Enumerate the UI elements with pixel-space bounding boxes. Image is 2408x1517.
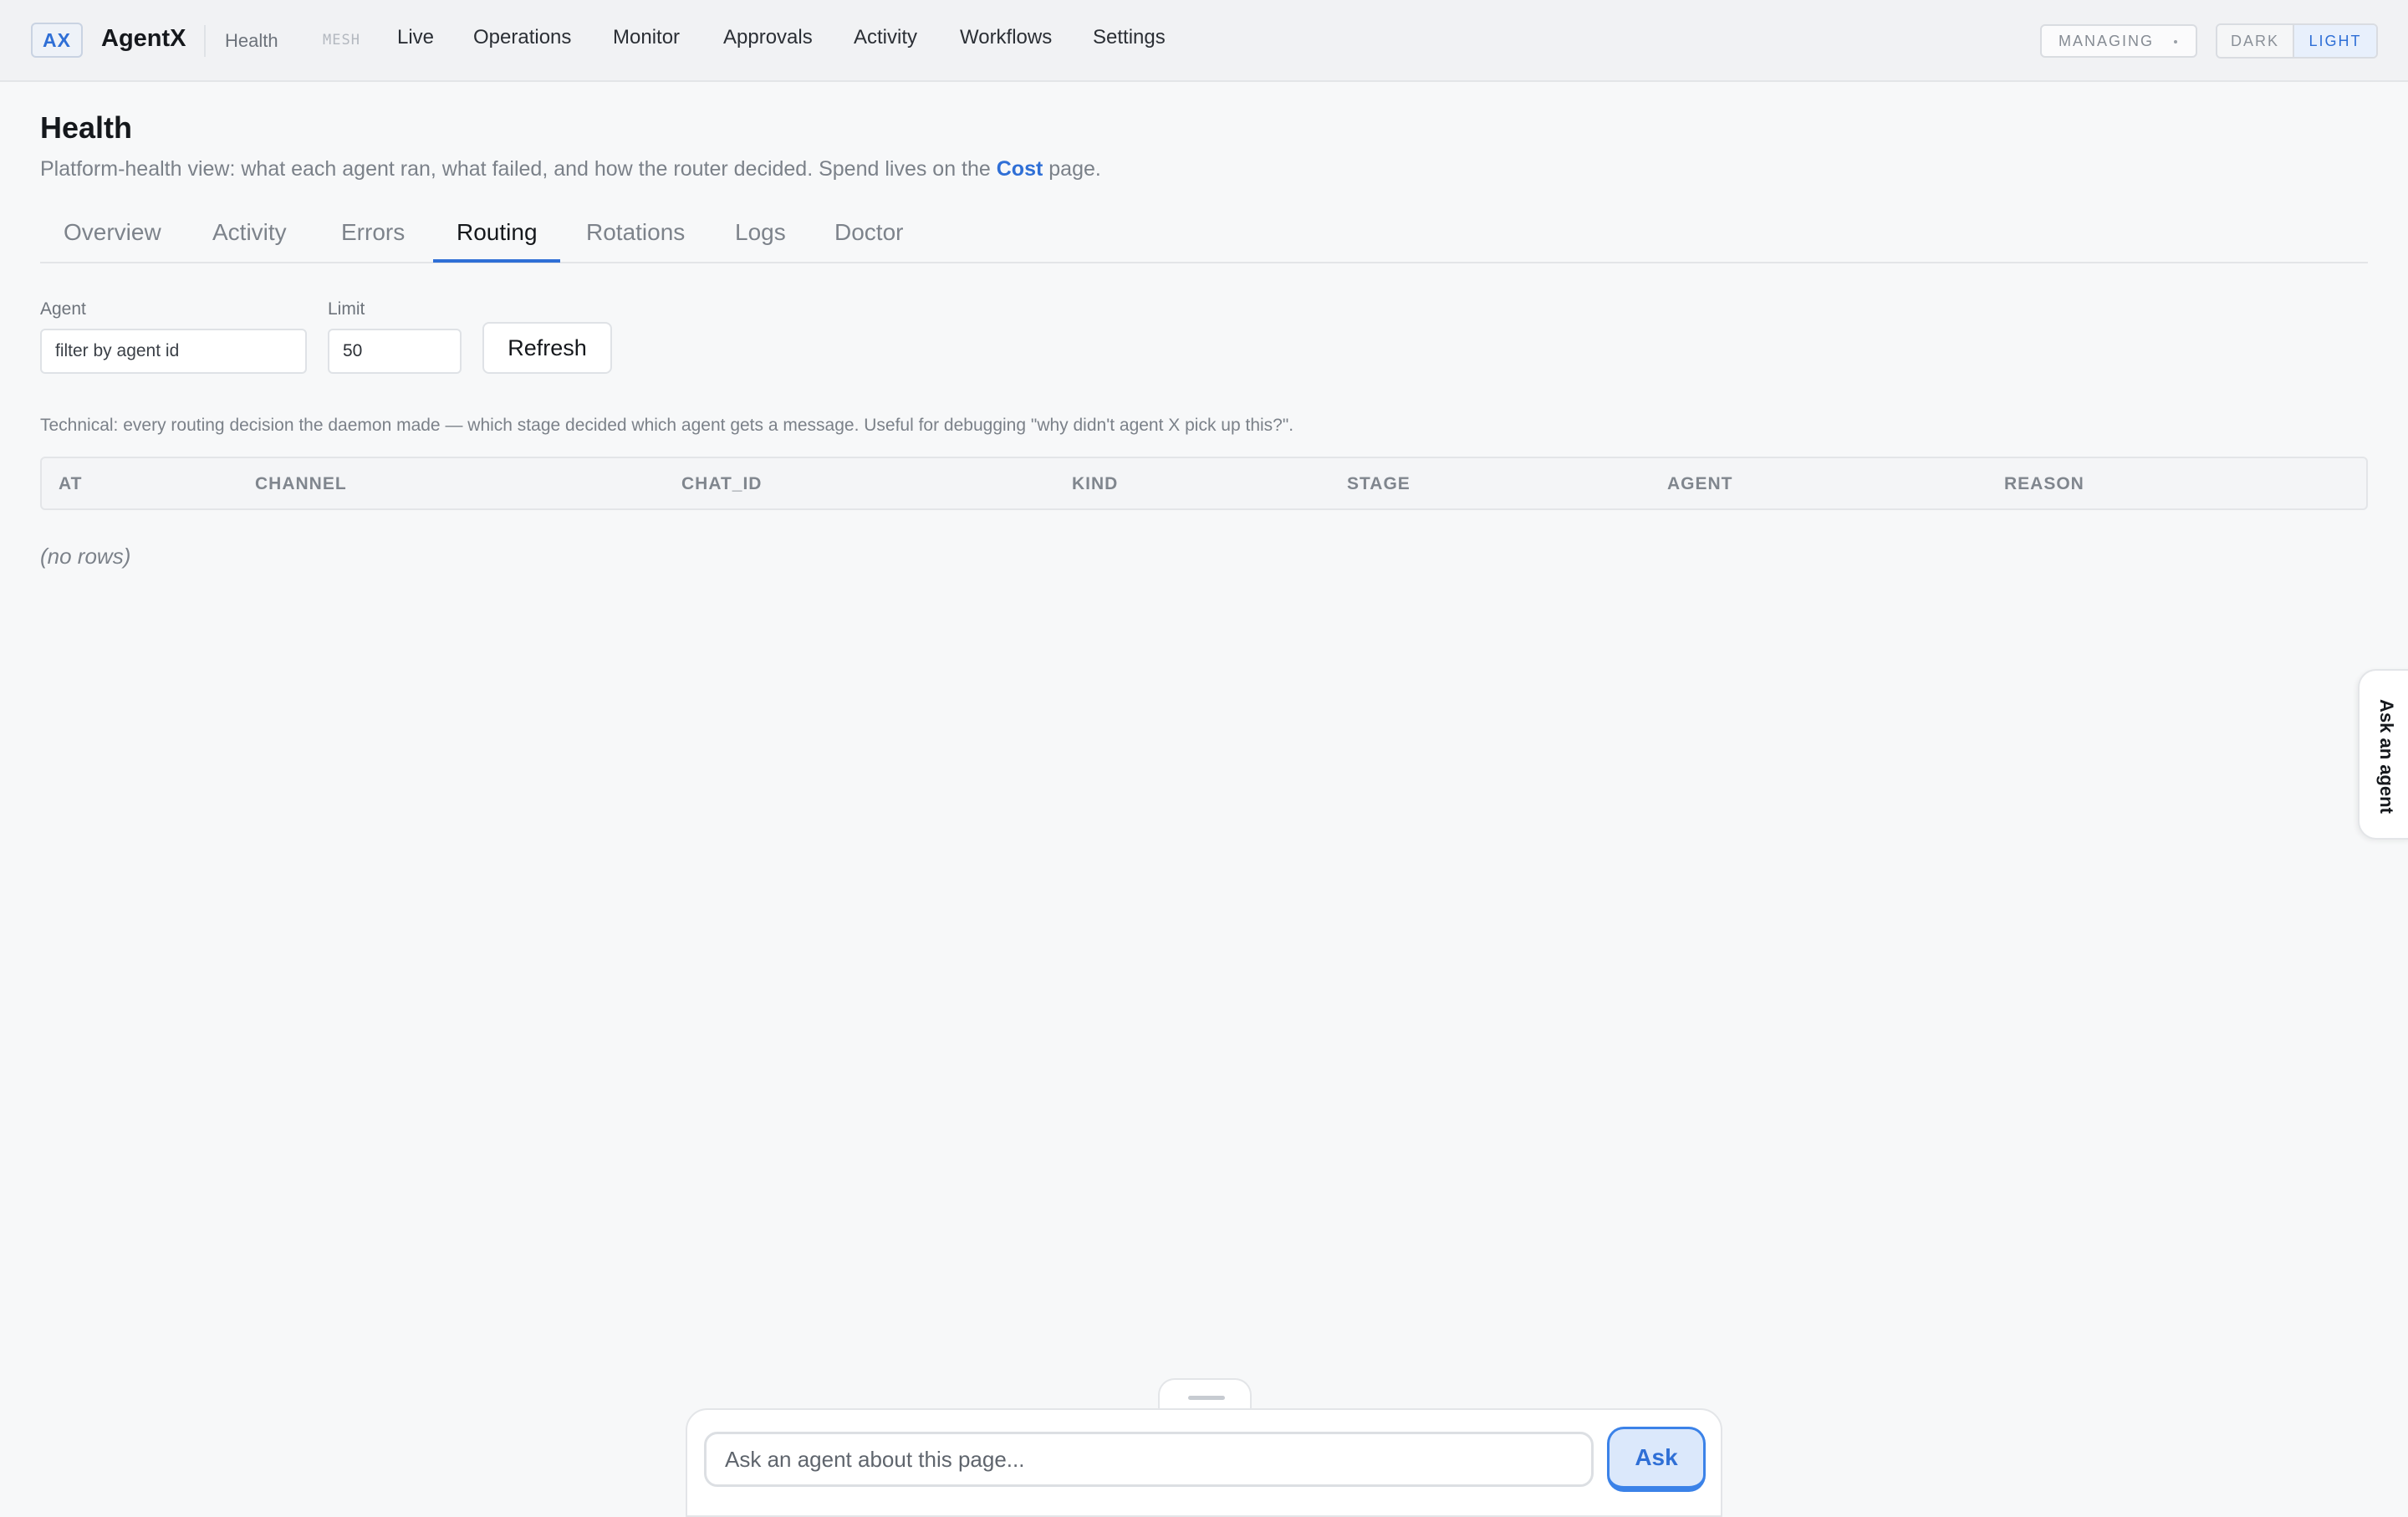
refresh-button[interactable]: Refresh: [482, 322, 612, 374]
tab-activity[interactable]: Activity: [212, 219, 287, 246]
nav-item-workflows[interactable]: Workflows: [960, 26, 1052, 49]
tab-doctor[interactable]: Doctor: [834, 219, 903, 246]
nav-item-monitor[interactable]: Monitor: [613, 26, 680, 49]
page-subtitle-text: Platform-health view: what each agent ra…: [40, 157, 997, 181]
cost-page-link[interactable]: Cost: [997, 157, 1043, 181]
limit-input[interactable]: [328, 329, 462, 374]
column-header-agent[interactable]: AGENT: [1667, 474, 1733, 494]
app-logo[interactable]: AX: [31, 23, 83, 58]
page-title: Health: [40, 110, 133, 145]
nav-item-settings[interactable]: Settings: [1093, 26, 1166, 49]
tab-rotations[interactable]: Rotations: [586, 219, 685, 246]
page-subtitle: Platform-health view: what each agent ra…: [40, 157, 1101, 181]
ask-agent-input[interactable]: [704, 1432, 1594, 1487]
page-subtitle-suffix: page.: [1043, 157, 1101, 181]
column-header-kind[interactable]: KIND: [1072, 474, 1118, 494]
theme-light-button[interactable]: LIGHT: [2294, 25, 2376, 57]
managing-select-label: MANAGING: [2059, 32, 2155, 49]
tab-logs[interactable]: Logs: [735, 219, 786, 246]
tab-overview[interactable]: Overview: [64, 219, 161, 246]
tab-errors[interactable]: Errors: [341, 219, 405, 246]
agent-filter-label: Agent: [40, 299, 86, 319]
brand-divider: [204, 25, 206, 57]
column-header-chat-id[interactable]: CHAT_ID: [681, 474, 762, 494]
managing-select[interactable]: MANAGING: [2040, 24, 2197, 58]
ask-agent-side-tab-label: Ask an agent: [2376, 698, 2397, 814]
current-section-label: Health: [225, 30, 278, 51]
limit-label: Limit: [328, 299, 365, 319]
column-header-channel[interactable]: CHANNEL: [255, 474, 347, 494]
mesh-label: MESH: [323, 32, 360, 49]
ask-panel: Ask: [686, 1408, 1722, 1517]
nav-item-activity[interactable]: Activity: [854, 26, 917, 49]
tabs-divider: [40, 262, 2368, 263]
column-header-at[interactable]: AT: [59, 474, 82, 494]
column-header-reason[interactable]: REASON: [2004, 474, 2084, 494]
active-tab-indicator: [433, 259, 560, 263]
ask-agent-side-tab[interactable]: Ask an agent: [2358, 669, 2408, 840]
drag-handle-icon: [1188, 1396, 1225, 1400]
ask-button[interactable]: Ask: [1607, 1427, 1706, 1492]
agent-filter-input[interactable]: [40, 329, 307, 374]
theme-dark-button[interactable]: DARK: [2217, 25, 2294, 57]
tab-routing[interactable]: Routing: [457, 219, 538, 246]
column-header-stage[interactable]: STAGE: [1347, 474, 1411, 494]
empty-table-message: (no rows): [40, 544, 131, 569]
nav-item-approvals[interactable]: Approvals: [723, 26, 813, 49]
technical-note: Technical: every routing decision the da…: [40, 416, 1294, 435]
ask-panel-drag-handle[interactable]: [1158, 1378, 1252, 1412]
theme-toggle: DARK LIGHT: [2216, 23, 2378, 59]
chevron-down-icon: [2174, 40, 2177, 43]
top-bar: AX AgentX Health MESH Live Operations Mo…: [0, 0, 2408, 82]
nav-item-operations[interactable]: Operations: [473, 26, 571, 49]
nav-item-live[interactable]: Live: [397, 26, 434, 49]
app-name[interactable]: AgentX: [101, 25, 186, 53]
routing-table-header: AT CHANNEL CHAT_ID KIND STAGE AGENT REAS…: [40, 457, 2368, 510]
